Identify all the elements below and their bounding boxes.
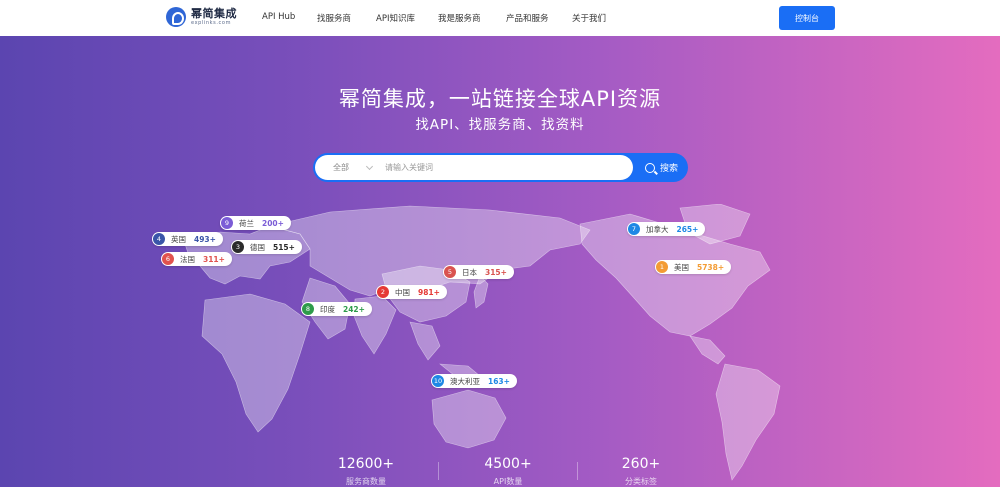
country-count: 493+ (194, 234, 216, 244)
top-header: 幂简集成 explinks.com API Hub 找服务商 API知识库 我是… (0, 0, 1000, 36)
main-nav: API Hub 找服务商 API知识库 我是服务商 产品和服务 关于我们 (0, 0, 1000, 36)
stats-row: 12600+ 服务商数量 4500+ API数量 260+ 分类标签 (0, 456, 1000, 487)
chevron-down-icon (365, 162, 374, 171)
search-box: 全部 (315, 155, 633, 180)
rank-badge: 1 (656, 261, 668, 273)
country-name: 加拿大 (646, 224, 669, 234)
country-name: 中国 (395, 287, 410, 297)
search-bar: 全部 搜索 (313, 153, 688, 182)
stat-label: API数量 (493, 477, 523, 486)
rank-badge: 4 (153, 233, 165, 245)
pin-canada[interactable]: 7 加拿大 265+ (627, 222, 706, 236)
stat-value: 12600+ (337, 456, 395, 472)
nav-i-am-provider[interactable]: 我是服务商 (438, 12, 481, 24)
rank-badge: 9 (221, 217, 233, 229)
stat-divider (577, 462, 578, 480)
country-name: 印度 (320, 304, 335, 314)
stat-apis: 4500+ API数量 (448, 456, 568, 487)
country-name: 美国 (674, 262, 689, 272)
stat-providers: 12600+ 服务商数量 (306, 456, 426, 487)
country-count: 315+ (485, 267, 507, 277)
pin-japan[interactable]: 5 日本 315+ (443, 265, 514, 279)
country-name: 法国 (180, 254, 195, 264)
hero-banner: 幂简集成，一站链接全球API资源 找API、找服务商、找资料 全部 搜索 (0, 36, 1000, 487)
rank-badge: 6 (162, 253, 174, 265)
country-count: 265+ (676, 224, 699, 234)
country-count: 242+ (343, 304, 365, 314)
country-name: 澳大利亚 (450, 376, 480, 386)
stat-label: 服务商数量 (346, 477, 386, 486)
search-category-select[interactable]: 全部 (333, 162, 349, 173)
rank-badge: 8 (302, 303, 314, 315)
nav-products-services[interactable]: 产品和服务 (506, 12, 549, 24)
country-count: 515+ (273, 242, 295, 252)
stat-value: 260+ (621, 456, 661, 472)
country-count: 5738+ (697, 262, 725, 272)
search-button[interactable]: 搜索 (635, 153, 688, 182)
rank-badge: 3 (232, 241, 244, 253)
search-input[interactable] (385, 159, 625, 176)
pin-china[interactable]: 2 中国 981+ (376, 285, 447, 299)
pin-germany[interactable]: 3 德国 515+ (231, 240, 302, 254)
country-name: 日本 (462, 267, 477, 277)
country-name: 荷兰 (239, 218, 254, 228)
rank-badge: 7 (628, 223, 640, 235)
rank-badge: 2 (377, 286, 389, 298)
nav-find-provider[interactable]: 找服务商 (317, 12, 351, 24)
country-count: 163+ (488, 376, 510, 386)
search-icon (644, 162, 655, 173)
pin-france[interactable]: 6 法国 311+ (161, 252, 232, 266)
pin-india[interactable]: 8 印度 242+ (301, 302, 372, 316)
country-name: 德国 (250, 242, 265, 252)
stat-value: 4500+ (484, 456, 532, 472)
pin-usa[interactable]: 1 美国 5738+ (655, 260, 732, 274)
country-count: 981+ (418, 287, 440, 297)
pin-uk[interactable]: 4 英国 493+ (152, 232, 223, 246)
search-button-label: 搜索 (659, 164, 678, 174)
country-count: 311+ (203, 254, 225, 264)
nav-api-knowledge[interactable]: API知识库 (376, 12, 415, 24)
rank-badge: 10 (432, 375, 444, 387)
rank-badge: 5 (444, 266, 456, 278)
nav-api-hub[interactable]: API Hub (262, 12, 295, 22)
stat-divider (438, 462, 439, 480)
country-count: 200+ (262, 218, 284, 228)
stat-categories: 260+ 分类标签 (581, 456, 701, 487)
country-name: 英国 (171, 234, 186, 244)
hero-subtitle: 找API、找服务商、找资料 (415, 117, 585, 133)
console-button[interactable]: 控制台 (779, 6, 835, 30)
hero-title: 幂简集成，一站链接全球API资源 (338, 87, 662, 111)
stat-label: 分类标签 (625, 477, 657, 486)
pin-netherlands[interactable]: 9 荷兰 200+ (220, 216, 291, 230)
nav-about-us[interactable]: 关于我们 (572, 12, 606, 24)
pin-australia[interactable]: 10 澳大利亚 163+ (431, 374, 517, 388)
